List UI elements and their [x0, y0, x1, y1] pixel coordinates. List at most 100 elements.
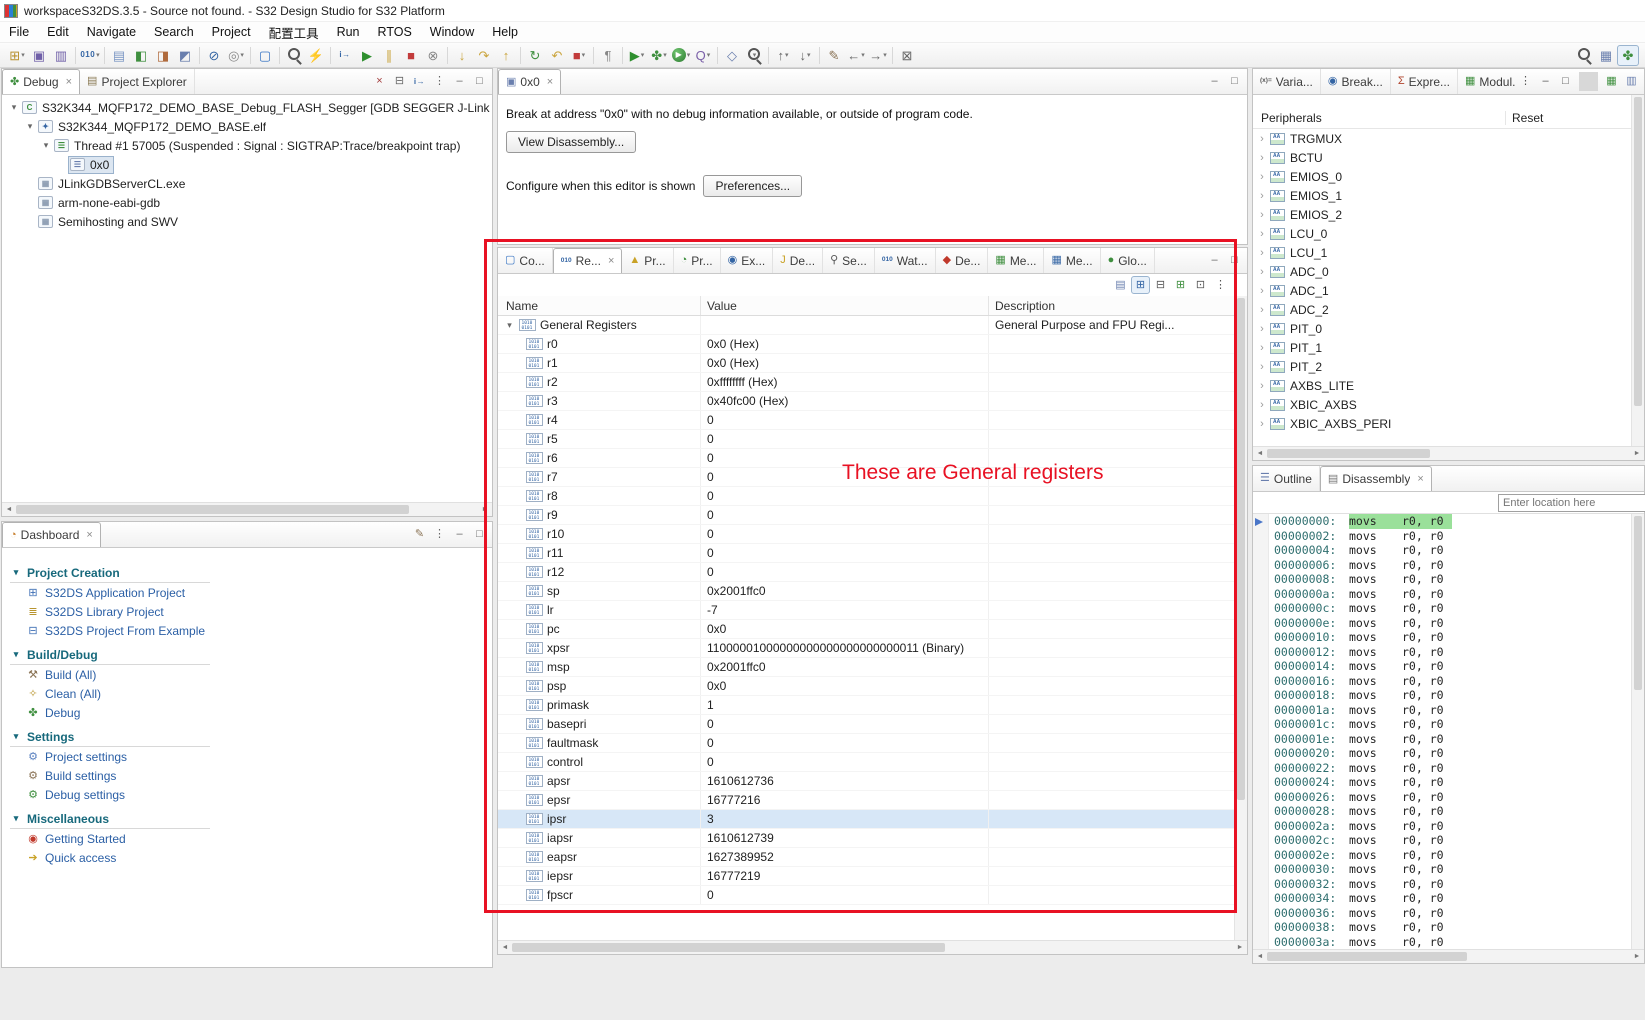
peripheral-row[interactable]: ›PIT_0	[1253, 319, 1631, 338]
disassembly-row[interactable]: 0000000e: movs r0, r0	[1253, 616, 1631, 631]
tab-dashboard[interactable]: ◔ Dashboard ×	[2, 522, 101, 547]
link-project-settings[interactable]: ⚙ Project settings	[10, 747, 492, 766]
column-description[interactable]: Description	[989, 296, 1234, 315]
menu-navigate[interactable]: Navigate	[78, 22, 145, 42]
faultmask[interactable]: ▾faultmask0	[498, 734, 1234, 753]
tab-progress[interactable]: ◔Pr...×	[674, 248, 721, 273]
search-tools-icon[interactable]: ▾	[283, 45, 305, 66]
toolbar-icon[interactable]: ▾	[1579, 72, 1598, 91]
disassembly-row[interactable]: 00000034: movs r0, r0	[1253, 891, 1631, 906]
step-over-icon[interactable]: ↷▾	[473, 45, 495, 66]
toolbar-icon[interactable]: ▾	[199, 46, 200, 64]
expander-icon[interactable]: ›	[1253, 247, 1267, 259]
disassembly-row[interactable]: 0000000a: movs r0, r0	[1253, 587, 1631, 602]
link-s32ds-library-project[interactable]: ≣ S32DS Library Project	[10, 602, 492, 621]
iapsr[interactable]: ▾iapsr1610612739	[498, 829, 1234, 848]
menu-config-tools[interactable]: 配置工具	[260, 22, 328, 42]
section-build-debug[interactable]: ▾ Build/Debug	[10, 645, 210, 665]
peripheral-row[interactable]: ›LCU_1	[1253, 243, 1631, 262]
restart-icon[interactable]: ↻▾	[524, 45, 546, 66]
tab-debugger-console[interactable]: JDe...×	[773, 248, 824, 273]
debug-tree-item[interactable]: ▾ ✦ S32K344_MQFP172_DEMO_BASE.elf	[2, 117, 492, 136]
peripheral-row[interactable]: ›XBIC_AXBS_PERI	[1253, 414, 1631, 433]
maximize-icon[interactable]: □▾	[470, 525, 489, 544]
tab-search[interactable]: ⚲Se...×	[823, 248, 875, 273]
disassembly-row[interactable]: 00000038: movs r0, r0	[1253, 920, 1631, 935]
expander-icon[interactable]: ▾	[24, 121, 36, 132]
epsr[interactable]: ▾epsr16777216	[498, 791, 1234, 810]
external-tools-icon[interactable]: ▶ ▾	[626, 45, 648, 66]
expander-icon[interactable]: ›	[1253, 190, 1267, 202]
r5[interactable]: ▾r50	[498, 430, 1234, 449]
tab-debug[interactable]: ✤ Debug ×	[2, 69, 81, 94]
open-type-icon[interactable]: ◇▾	[721, 45, 743, 66]
disassembly-row[interactable]: 0000000c: movs r0, r0	[1253, 601, 1631, 616]
toolbar-icon[interactable]: ▾	[104, 46, 105, 64]
tab-modules[interactable]: ▦Modul...×	[1458, 69, 1516, 94]
peripheral-row[interactable]: ›EMIOS_1	[1253, 186, 1631, 205]
skip-breakpoints-icon[interactable]: ⊘▾	[203, 45, 225, 66]
peripheral-row[interactable]: ›AXBS_LITE	[1253, 376, 1631, 395]
disassembly-row[interactable]: 00000026: movs r0, r0	[1253, 790, 1631, 805]
peripherals-hscrollbar[interactable]: ◄ ►	[1253, 446, 1644, 460]
view-menu-icon[interactable]: ⋮▾	[1211, 276, 1230, 294]
control[interactable]: ▾control0	[498, 753, 1234, 772]
maximize-icon[interactable]: □▾	[1556, 72, 1575, 91]
primask[interactable]: ▾primask1	[498, 696, 1234, 715]
toolbar-icon[interactable]: ▾	[520, 46, 521, 64]
debug-tree-item[interactable]: ▾ ☰ Thread #1 57005 (Suspended : Signal : …	[2, 136, 492, 155]
suspend-icon[interactable]: ∥▾	[378, 45, 400, 66]
expander-icon[interactable]: ›	[1253, 285, 1267, 297]
General Registers[interactable]: ▾General RegistersGeneral Purpose and FP…	[498, 316, 1234, 335]
disassembly-row[interactable]: 0000001c: movs r0, r0	[1253, 717, 1631, 732]
tab-0x0[interactable]: ▣ 0x0 ×	[498, 69, 562, 94]
tab-global-variables[interactable]: ●Glo...×	[1101, 248, 1155, 273]
debug-tree-item[interactable]: ▾ C S32K344_MQFP172_DEMO_BASE_Debug_FLASH_…	[2, 98, 492, 117]
peripheral-row[interactable]: ›ADC_2	[1253, 300, 1631, 319]
step-into-icon[interactable]: ↓▾	[451, 45, 473, 66]
expander-icon[interactable]: ›	[1253, 209, 1267, 221]
r11[interactable]: ▾r110	[498, 544, 1234, 563]
close-icon[interactable]: ×	[1417, 473, 1423, 485]
debug-icon[interactable]: ✤ ▾	[648, 45, 670, 66]
tab-project-explorer[interactable]: ▤Project Explorer×	[80, 69, 195, 94]
scroll-left-icon[interactable]: ◄	[2, 506, 16, 513]
remove-terminated-icon[interactable]: ×▾	[370, 72, 389, 91]
apsr[interactable]: ▾apsr1610612736	[498, 772, 1234, 791]
last-edit-location-icon[interactable]: ✎▾	[823, 45, 845, 66]
column-peripherals[interactable]: Peripherals	[1253, 111, 1505, 125]
disassembly-row[interactable]: 00000008: movs r0, r0	[1253, 572, 1631, 587]
disassembly-row[interactable]: 0000002e: movs r0, r0	[1253, 848, 1631, 863]
expander-icon[interactable]: ›	[1253, 152, 1267, 164]
tab-memory[interactable]: ▦Me...×	[988, 248, 1045, 273]
expander-icon[interactable]: ›	[1253, 342, 1267, 354]
pc[interactable]: ▾pc0x0	[498, 620, 1234, 639]
debug-tree-item[interactable]: ☰ 0x0	[2, 155, 492, 174]
iepsr[interactable]: ▾iepsr16777219	[498, 867, 1234, 886]
link-quick-access[interactable]: ➔ Quick access	[10, 848, 492, 867]
view-menu-icon[interactable]: ⋮▾	[430, 525, 449, 544]
link-getting-started[interactable]: ◉ Getting Started	[10, 829, 492, 848]
preferences-button[interactable]: Preferences...	[703, 175, 803, 197]
quick-settings-icon[interactable]: ◩▾	[174, 45, 196, 66]
menu-file[interactable]: File	[0, 22, 38, 42]
tab-outline[interactable]: ☰Outline×	[1253, 466, 1320, 491]
peripheral-row[interactable]: ›EMIOS_0	[1253, 167, 1631, 186]
peripheral-row[interactable]: ›LCU_0	[1253, 224, 1631, 243]
debug-tree-item[interactable]: ▦ Semihosting and SWV	[2, 212, 492, 231]
sp[interactable]: ▾sp0x2001ffc0	[498, 582, 1234, 601]
section-expander-icon[interactable]: ▾	[10, 649, 22, 660]
msp[interactable]: ▾msp0x2001ffc0	[498, 658, 1234, 677]
peripheral-row[interactable]: ›XBIC_AXBS	[1253, 395, 1631, 414]
tab-executables[interactable]: ◉Ex...×	[721, 248, 774, 273]
expander-icon[interactable]: ›	[1253, 361, 1267, 373]
disassembly-row[interactable]: 00000030: movs r0, r0	[1253, 862, 1631, 877]
open-perspective-icon[interactable]: ▦▾	[1595, 45, 1617, 66]
minimize-icon[interactable]: –▾	[450, 525, 469, 544]
view-menu-icon[interactable]: ⋮▾	[1516, 72, 1535, 91]
xpsr[interactable]: ▾xpsr11000001000000000000000000000011 (B…	[498, 639, 1234, 658]
expander-icon[interactable]: ›	[1253, 380, 1267, 392]
disconnect-icon[interactable]: ⊗▾	[422, 45, 444, 66]
scroll-right-icon[interactable]: ►	[1630, 953, 1644, 960]
save-all-icon[interactable]: ▥▾	[50, 45, 72, 66]
